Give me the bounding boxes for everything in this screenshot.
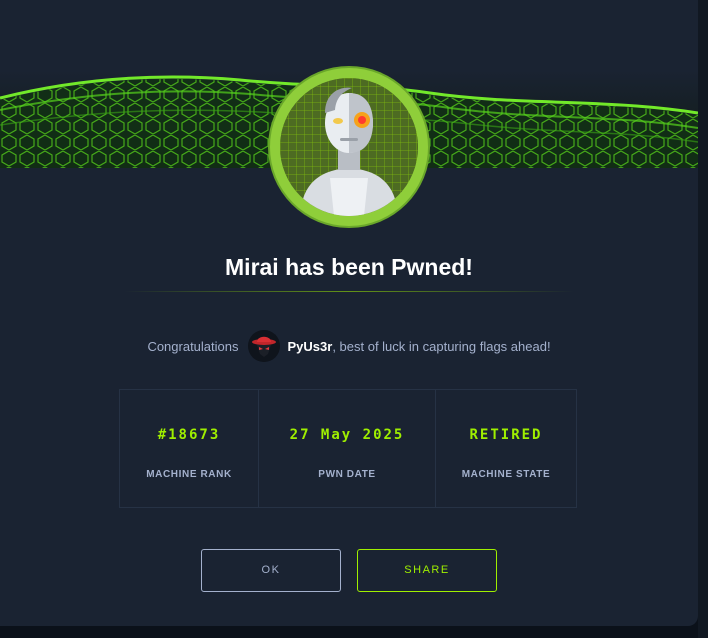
stat-value: #18673	[157, 427, 221, 443]
user-avatar[interactable]	[247, 330, 280, 362]
stat-label: PWN DATE	[318, 469, 376, 480]
stat-value: 27 May 2025	[289, 427, 405, 443]
stat-label: MACHINE RANK	[146, 469, 232, 480]
title-divider	[124, 291, 574, 292]
ok-button[interactable]: OK	[201, 549, 341, 592]
share-button[interactable]: SHARE	[357, 549, 497, 592]
cyborg-machine-avatar	[280, 78, 418, 216]
stat-value: RETIRED	[469, 427, 543, 443]
username-link[interactable]: PyUs3r	[288, 339, 333, 354]
congrats-message: Congratulations PyUs3r , best of luck in…	[0, 330, 698, 362]
stat-machine-rank: #18673 MACHINE RANK	[120, 390, 259, 507]
stat-label: MACHINE STATE	[461, 469, 551, 480]
red-hat-hacker-avatar	[247, 330, 280, 362]
congrats-suffix: , best of luck in capturing flags ahead!	[332, 338, 551, 354]
machine-avatar	[270, 68, 428, 226]
stat-machine-state: RETIRED MACHINE STATE	[436, 390, 576, 507]
stats-panel: #18673 MACHINE RANK 27 May 2025 PWN DATE…	[119, 389, 577, 508]
pwned-modal: Mirai has been Pwned! Congratulations Py…	[0, 0, 698, 626]
scrollbar-edge	[698, 0, 708, 638]
stat-pwn-date: 27 May 2025 PWN DATE	[259, 390, 436, 507]
page-title: Mirai has been Pwned!	[225, 254, 473, 280]
congrats-prefix: Congratulations	[147, 338, 239, 354]
